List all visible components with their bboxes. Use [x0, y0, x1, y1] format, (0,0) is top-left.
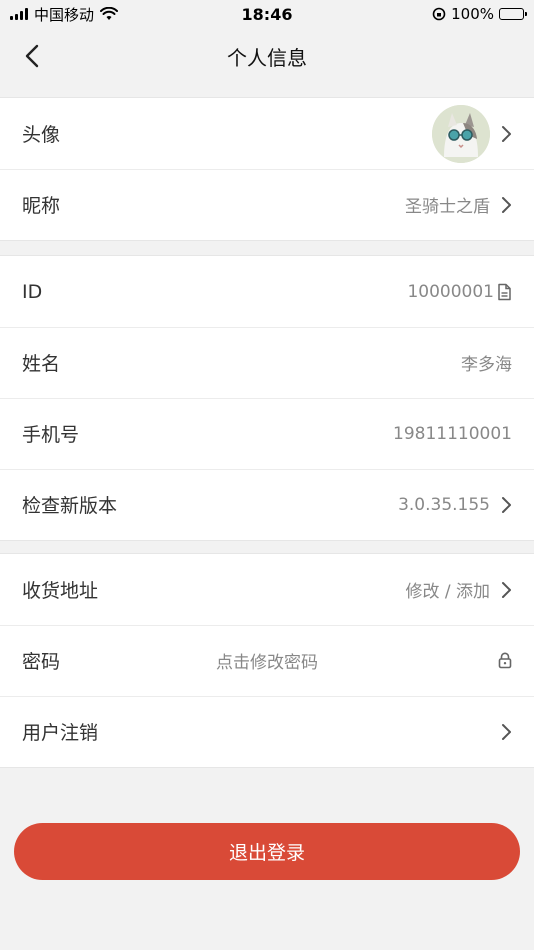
id-row: ID 10000001	[0, 256, 534, 327]
chevron-left-icon	[25, 44, 39, 68]
account-group: ID 10000001 姓名 李多海 手机号 19811110001 检查新版本…	[0, 255, 534, 541]
id-value: 10000001	[407, 281, 494, 302]
chevron-right-icon	[502, 581, 511, 598]
back-button[interactable]	[14, 38, 50, 74]
id-right: 10000001	[407, 282, 512, 302]
version-value: 3.0.35.155	[398, 494, 490, 515]
avatar-label: 头像	[22, 124, 61, 146]
phone-label: 手机号	[22, 424, 80, 446]
password-hint: 点击修改密码	[216, 653, 318, 673]
lock-icon	[498, 652, 512, 669]
nickname-value: 圣骑士之盾	[405, 197, 490, 217]
name-label: 姓名	[22, 353, 61, 375]
signal-icon	[10, 8, 28, 20]
carrier-label: 中国移动	[34, 5, 95, 24]
phone-value: 19811110001	[393, 423, 512, 444]
address-row[interactable]: 收货地址 修改 / 添加	[0, 554, 534, 625]
chevron-right-icon	[502, 196, 511, 213]
settings-group: 收货地址 修改 / 添加 密码 点击修改密码 用户注销	[0, 553, 534, 768]
version-row[interactable]: 检查新版本 3.0.35.155	[0, 469, 534, 540]
name-value: 李多海	[461, 355, 512, 375]
battery-percent: 100%	[451, 5, 494, 23]
name-row: 姓名 李多海	[0, 327, 534, 398]
address-value: 修改 / 添加	[405, 582, 490, 602]
battery-icon	[499, 8, 527, 20]
nickname-row[interactable]: 昵称 圣骑士之盾	[0, 169, 534, 240]
orientation-lock-icon	[432, 7, 446, 21]
status-left: 中国移动	[10, 4, 119, 25]
chevron-right-icon	[502, 496, 511, 513]
nickname-right: 圣骑士之盾	[405, 192, 512, 217]
logout-button[interactable]: 退出登录	[14, 823, 520, 880]
password-label: 密码	[22, 651, 61, 673]
wifi-icon	[100, 7, 119, 20]
address-label: 收货地址	[22, 580, 99, 602]
nickname-label: 昵称	[22, 195, 61, 217]
nav-bar: 个人信息	[0, 28, 534, 84]
id-label: ID	[22, 280, 43, 303]
page-title: 个人信息	[227, 45, 307, 70]
address-right: 修改 / 添加	[405, 577, 512, 602]
avatar	[432, 104, 490, 163]
chevron-right-icon	[502, 723, 511, 740]
cancel-account-row[interactable]: 用户注销	[0, 696, 534, 767]
chevron-right-icon	[502, 125, 511, 142]
copy-icon[interactable]	[496, 283, 512, 301]
version-right: 3.0.35.155	[398, 495, 512, 515]
avatar-right	[432, 104, 512, 163]
avatar-row[interactable]: 头像	[0, 98, 534, 169]
password-row[interactable]: 密码 点击修改密码	[0, 625, 534, 696]
status-right: 100%	[432, 5, 527, 23]
phone-row: 手机号 19811110001	[0, 398, 534, 469]
profile-group: 头像 昵称 圣骑士之盾	[0, 97, 534, 241]
cancel-account-label: 用户注销	[22, 722, 99, 744]
version-label: 检查新版本	[22, 495, 118, 517]
status-bar: 中国移动 18:46 100%	[0, 0, 534, 28]
